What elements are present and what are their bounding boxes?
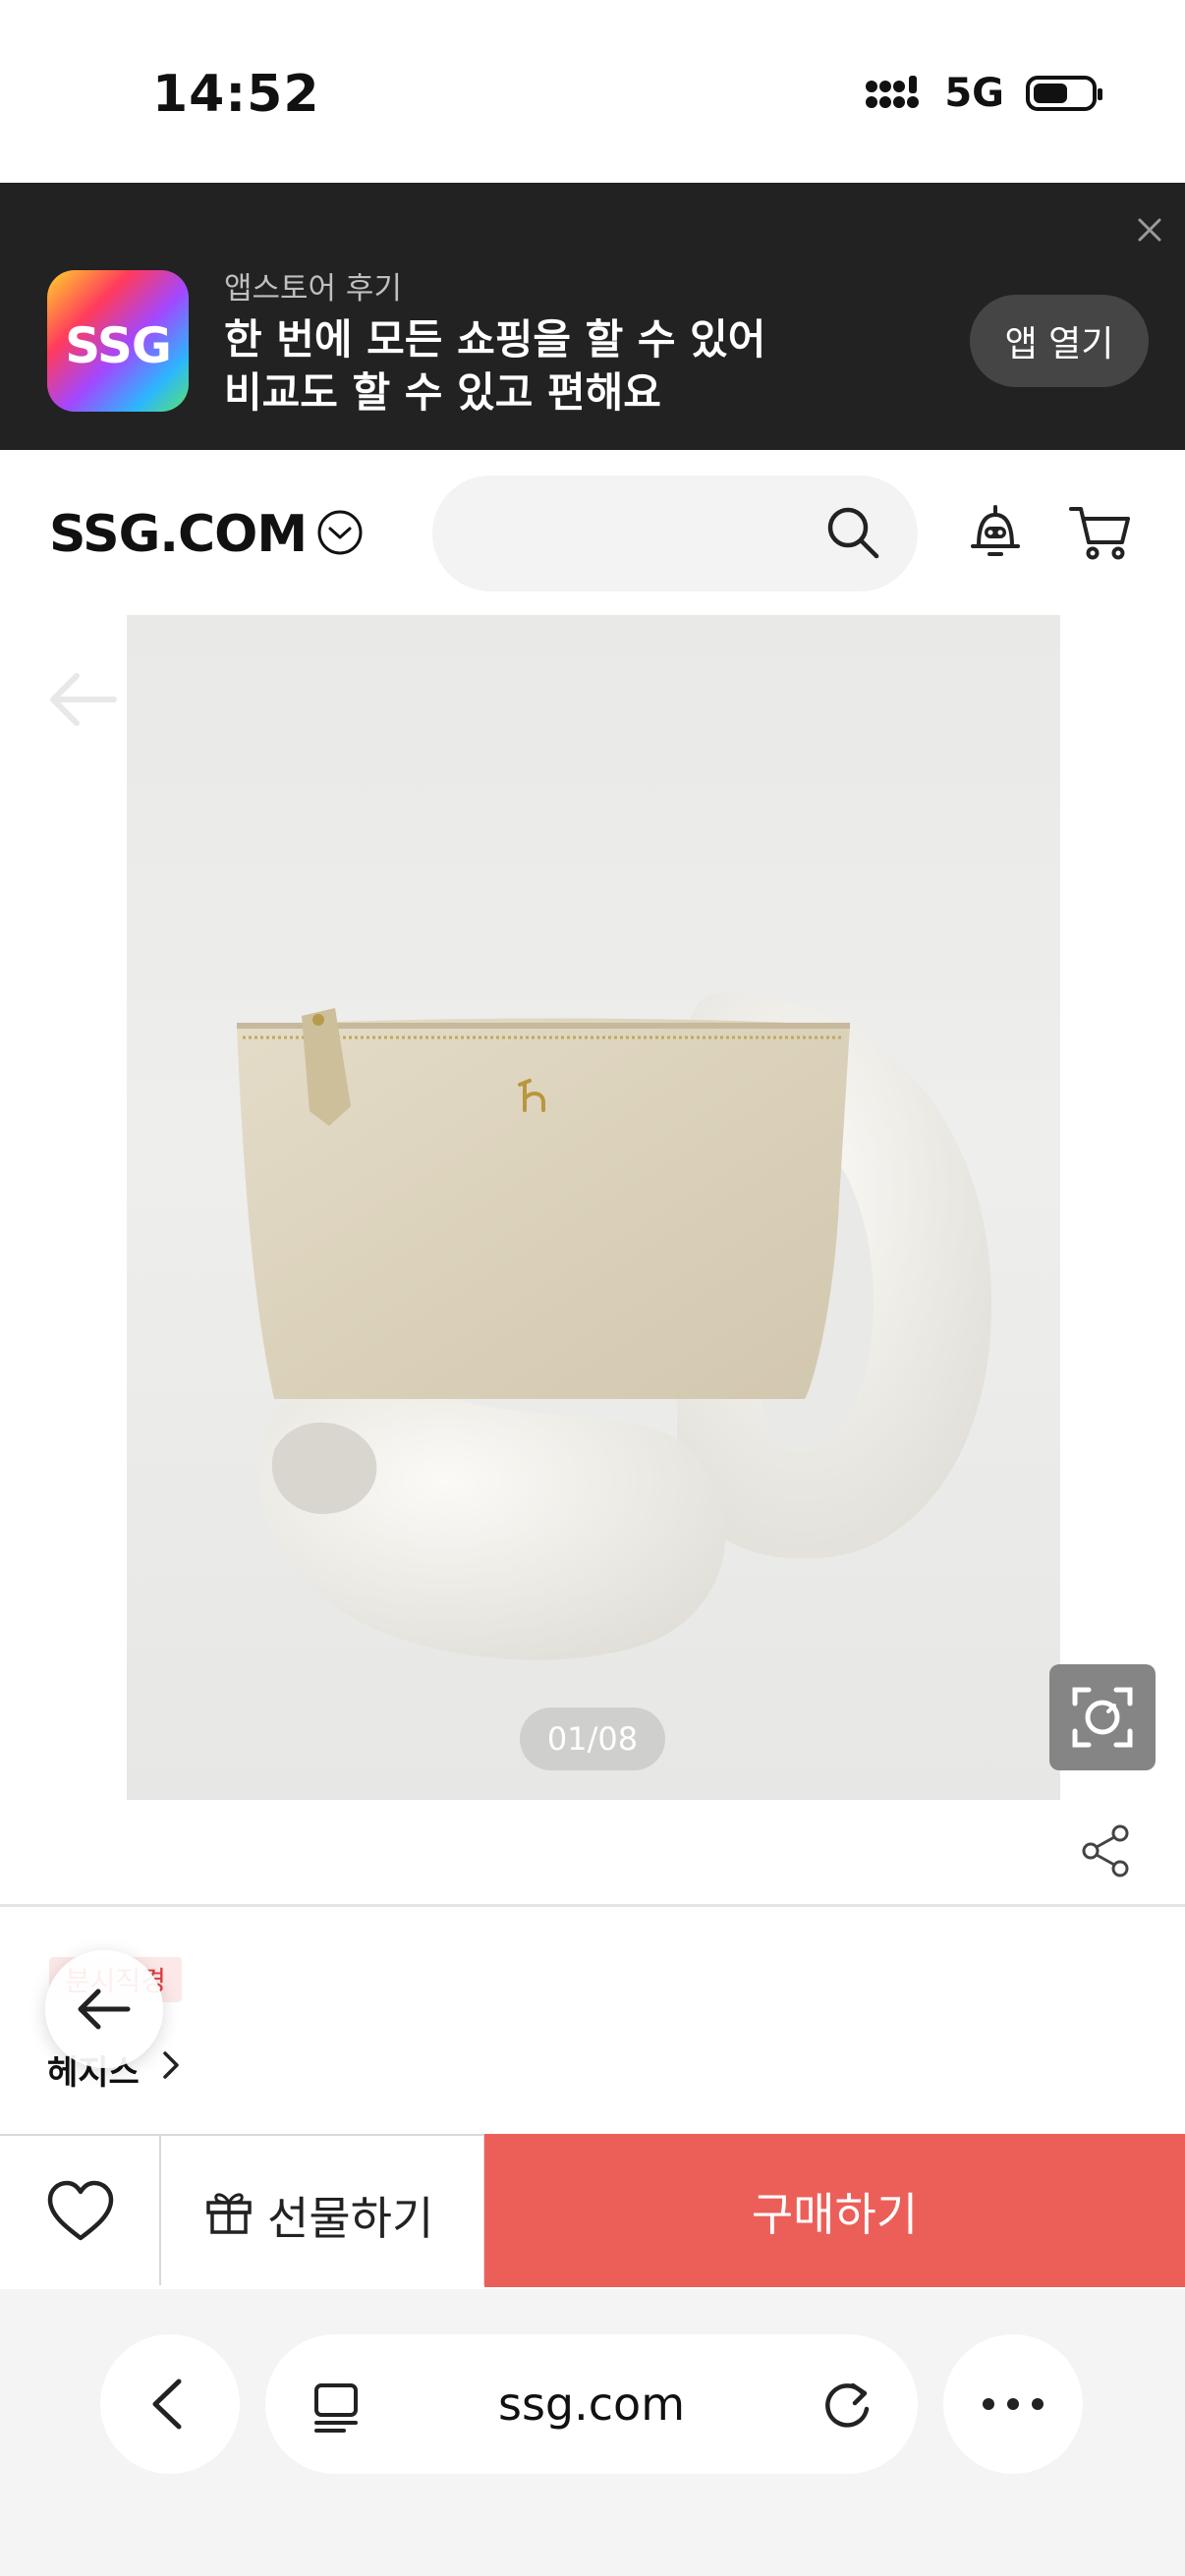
- share-icon[interactable]: [1077, 1821, 1136, 1880]
- chevron-down-icon[interactable]: [316, 509, 364, 556]
- section-divider: [0, 1904, 1185, 1907]
- product-image[interactable]: [127, 615, 1060, 1800]
- search-icon[interactable]: [823, 503, 882, 562]
- image-page-indicator: 01/08: [520, 1708, 665, 1770]
- buy-button-label: 구매하기: [751, 2188, 919, 2241]
- more-options-button[interactable]: [943, 2334, 1083, 2474]
- ssg-app-logo: SSG: [47, 270, 189, 412]
- banner-subtitle: 앱스토어 후기: [224, 271, 402, 307]
- brand-logo[interactable]: SSG.COM: [49, 505, 308, 564]
- banner-headline-line1: 한 번에 모든 쇼핑을 할 수 있어: [224, 315, 766, 364]
- signal-icon: [866, 76, 920, 108]
- network-label: 5G: [944, 71, 1004, 116]
- open-app-button[interactable]: 앱 열기: [970, 295, 1149, 387]
- heart-icon[interactable]: [45, 2179, 116, 2244]
- bell-icon[interactable]: [963, 499, 1028, 564]
- battery-icon: [1026, 76, 1102, 111]
- gift-icon: [204, 2187, 254, 2236]
- cart-icon[interactable]: [1067, 499, 1136, 564]
- status-indicators: 5G: [866, 71, 1102, 116]
- image-search-button[interactable]: [1049, 1664, 1156, 1770]
- arrow-left-icon[interactable]: [45, 668, 118, 731]
- status-time: 14:52: [152, 65, 320, 124]
- close-icon[interactable]: [1130, 210, 1169, 250]
- banner-headline-line2: 비교도 할 수 있고 편해요: [224, 368, 661, 417]
- gift-button-label: 선물하기: [267, 2192, 434, 2245]
- floating-back-button[interactable]: [45, 1950, 163, 2068]
- reload-icon[interactable]: [818, 2376, 878, 2436]
- browser-back-button[interactable]: [100, 2334, 240, 2474]
